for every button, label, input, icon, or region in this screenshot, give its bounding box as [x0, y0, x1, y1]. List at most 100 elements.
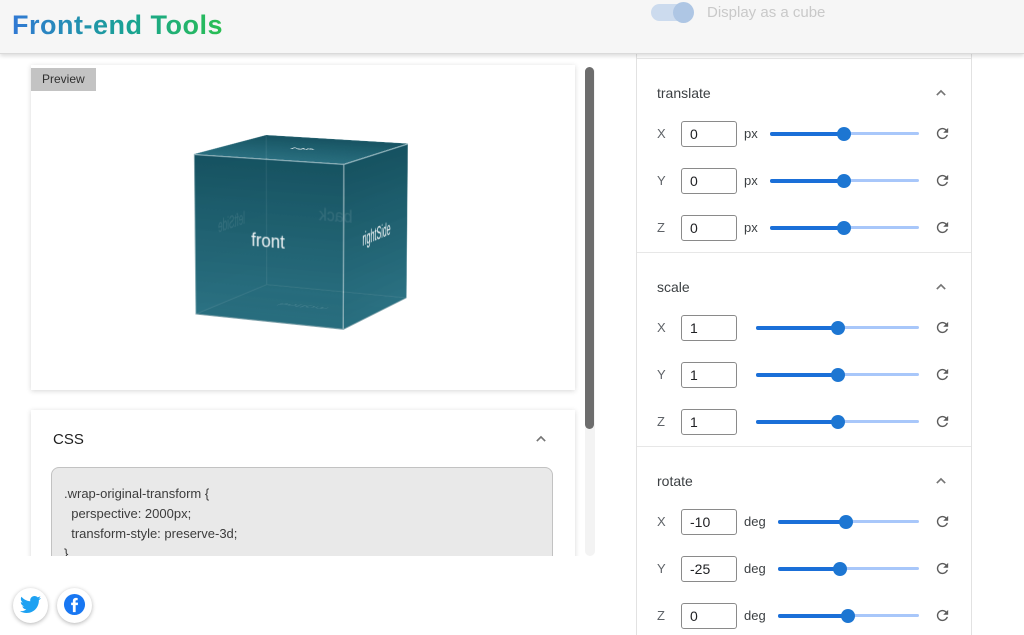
translate-x-slider[interactable] — [770, 126, 919, 142]
translate-y-row: Y px — [657, 168, 951, 193]
rotate-section-title: rotate — [657, 473, 693, 490]
scale-y-slider[interactable] — [756, 367, 919, 383]
cube-face-right: rightSide — [344, 143, 409, 329]
rotate-y-input[interactable] — [681, 556, 737, 582]
slider-fill — [756, 420, 838, 424]
translate-collapse-button[interactable] — [931, 83, 951, 103]
chevron-up-icon — [931, 479, 951, 494]
twitter-share-button[interactable] — [13, 588, 48, 623]
rotate-y-reset-button[interactable] — [929, 560, 951, 578]
scale-z-input[interactable] — [681, 409, 737, 435]
reset-icon — [934, 177, 951, 192]
scale-x-reset-button[interactable] — [929, 319, 951, 337]
slider-fill — [778, 520, 846, 524]
social-share-bar — [13, 588, 92, 623]
slider-thumb[interactable] — [837, 127, 851, 141]
axis-label: X — [657, 514, 670, 529]
display-cube-toggle[interactable] — [651, 4, 693, 21]
rotate-y-slider[interactable] — [778, 561, 919, 577]
display-cube-toggle-group: Display as a cube — [651, 4, 825, 21]
reset-icon — [934, 518, 951, 533]
rotate-x-reset-button[interactable] — [929, 513, 951, 531]
unit-label: px — [744, 173, 758, 188]
slider-thumb[interactable] — [839, 515, 853, 529]
scale-collapse-button[interactable] — [931, 277, 951, 297]
reset-icon — [934, 418, 951, 433]
translate-z-row: Z px — [657, 215, 951, 240]
css-collapse-button[interactable] — [531, 429, 551, 449]
slider-fill — [778, 614, 849, 618]
rotate-z-input[interactable] — [681, 603, 737, 629]
translate-y-reset-button[interactable] — [929, 172, 951, 190]
scale-y-reset-button[interactable] — [929, 366, 951, 384]
reset-icon — [934, 130, 951, 145]
app-header: Front-end Tools Display as a cube — [0, 0, 1024, 54]
main-content-scroll-area: Preview front back rightSide leftSide to… — [0, 54, 612, 556]
rotate-section: rotate X deg Y — [637, 447, 971, 628]
preview-panel: Preview front back rightSide leftSide to… — [31, 65, 575, 390]
reset-icon — [934, 612, 951, 627]
translate-z-input[interactable] — [681, 215, 737, 241]
scale-x-row: X — [657, 315, 951, 340]
axis-label: X — [657, 320, 670, 335]
css-code-line: transform-style: preserve-3d; — [64, 524, 540, 544]
scale-z-row: Z — [657, 409, 951, 434]
scale-x-slider[interactable] — [756, 320, 919, 336]
scale-section: scale X Y — [637, 253, 971, 447]
scale-z-reset-button[interactable] — [929, 413, 951, 431]
slider-thumb[interactable] — [831, 415, 845, 429]
unit-label: px — [744, 126, 758, 141]
translate-z-slider[interactable] — [770, 220, 919, 236]
preview-tab-label: Preview — [31, 68, 96, 91]
rotate-z-reset-button[interactable] — [929, 607, 951, 625]
axis-label: Z — [657, 414, 670, 429]
axis-label: Y — [657, 561, 670, 576]
twitter-icon — [20, 594, 41, 618]
scale-x-input[interactable] — [681, 315, 737, 341]
slider-fill — [770, 179, 845, 183]
axis-label: X — [657, 126, 670, 141]
axis-label: Y — [657, 173, 670, 188]
slider-thumb[interactable] — [837, 221, 851, 235]
slider-fill — [756, 326, 838, 330]
slider-thumb[interactable] — [833, 562, 847, 576]
scale-z-slider[interactable] — [756, 414, 919, 430]
rotate-y-row: Y deg — [657, 556, 951, 581]
axis-label: Z — [657, 220, 670, 235]
facebook-share-button[interactable] — [57, 588, 92, 623]
translate-x-row: X px — [657, 121, 951, 146]
rotate-x-input[interactable] — [681, 509, 737, 535]
axis-label: Z — [657, 608, 670, 623]
css-code-block: .wrap-original-transform { perspective: … — [51, 467, 553, 556]
display-cube-toggle-label: Display as a cube — [707, 4, 825, 21]
scrollbar-track[interactable] — [585, 67, 595, 556]
rotate-x-slider[interactable] — [778, 514, 919, 530]
translate-x-reset-button[interactable] — [929, 125, 951, 143]
reset-icon — [934, 324, 951, 339]
translate-x-input[interactable] — [681, 121, 737, 147]
page-title: Front-end Tools — [12, 10, 223, 41]
cube: front back rightSide leftSide top bottom — [231, 144, 377, 313]
rotate-z-slider[interactable] — [778, 608, 919, 624]
reset-icon — [934, 224, 951, 239]
scale-y-input[interactable] — [681, 362, 737, 388]
translate-y-input[interactable] — [681, 168, 737, 194]
slider-thumb[interactable] — [837, 174, 851, 188]
translate-z-reset-button[interactable] — [929, 219, 951, 237]
scrollbar-thumb[interactable] — [585, 67, 594, 429]
rotate-collapse-button[interactable] — [931, 471, 951, 491]
unit-label: deg — [744, 561, 766, 576]
chevron-up-icon — [531, 437, 551, 452]
translate-y-slider[interactable] — [770, 173, 919, 189]
css-code-line: } — [64, 544, 540, 556]
translate-section: translate X px Y — [637, 59, 971, 253]
slider-thumb[interactable] — [831, 321, 845, 335]
slider-thumb[interactable] — [831, 368, 845, 382]
transform-controls-panel: translate X px Y — [636, 0, 972, 635]
cube-scene: front back rightSide leftSide top bottom — [31, 65, 575, 390]
rotate-z-row: Z deg — [657, 603, 951, 628]
css-panel-title: CSS — [53, 431, 84, 448]
slider-thumb[interactable] — [841, 609, 855, 623]
facebook-icon — [63, 593, 86, 619]
css-code-line: perspective: 2000px; — [64, 504, 540, 524]
